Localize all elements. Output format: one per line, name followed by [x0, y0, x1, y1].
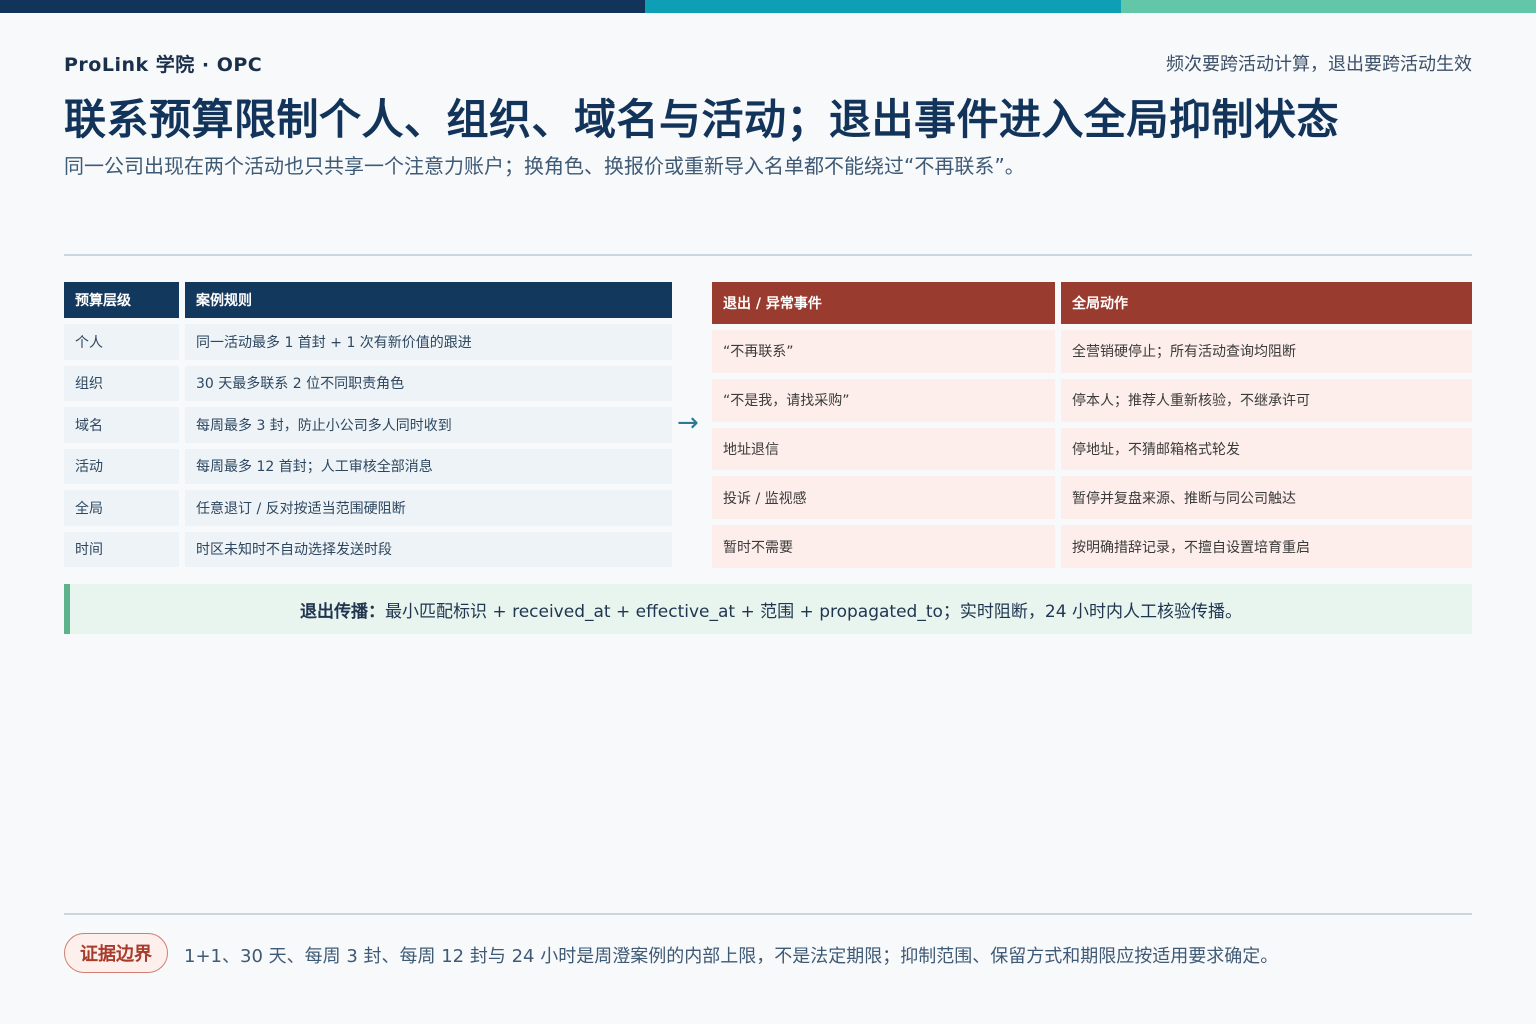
budget-level-cell: 活动	[64, 448, 179, 484]
divider-bottom	[64, 913, 1472, 915]
accent-segment-2	[645, 0, 1121, 13]
table-header-row: 预算层级 案例规则	[64, 282, 672, 318]
table-row: 个人 同一活动最多 1 首封 + 1 次有新价值的跟进	[64, 324, 672, 360]
column-header-level: 预算层级	[64, 282, 179, 318]
column-header-action: 全局动作	[1061, 282, 1472, 324]
exit-event-cell: 暂时不需要	[712, 525, 1055, 568]
budget-rule-cell: 任意退订 / 反对按适当范围硬阻断	[185, 490, 672, 526]
global-action-cell: 停地址，不猜邮箱格式轮发	[1061, 427, 1472, 471]
budget-rule-cell: 时区未知时不自动选择发送时段	[185, 531, 672, 567]
table-row: 时间 时区未知时不自动选择发送时段	[64, 531, 672, 567]
global-action-cell: 全营销硬停止；所有活动查询均阻断	[1061, 330, 1472, 373]
divider-top	[64, 254, 1472, 256]
global-action-cell: 暂停并复盘来源、推断与同公司触达	[1061, 476, 1472, 520]
budget-level-cell: 组织	[64, 365, 179, 401]
exit-event-cell: “不再联系”	[712, 330, 1055, 373]
budget-table: 预算层级 案例规则 个人 同一活动最多 1 首封 + 1 次有新价值的跟进 组织…	[58, 276, 678, 573]
table-row: 活动 每周最多 12 首封；人工审核全部消息	[64, 448, 672, 484]
callout-text: 最小匹配标识 + received_at + effective_at + 范围…	[385, 601, 1242, 622]
exit-propagation-callout: 退出传播： 最小匹配标识 + received_at + effective_a…	[64, 584, 1472, 634]
exit-event-cell: 投诉 / 监视感	[712, 476, 1055, 520]
global-action-cell: 停本人；推荐人重新核验，不继承许可	[1061, 378, 1472, 422]
budget-rule-cell: 同一活动最多 1 首封 + 1 次有新价值的跟进	[185, 324, 672, 360]
accent-segment-3	[1121, 0, 1536, 13]
exit-event-cell: “不是我，请找采购”	[712, 378, 1055, 422]
budget-level-cell: 个人	[64, 324, 179, 360]
global-action-cell: 按明确措辞记录，不擅自设置培育重启	[1061, 525, 1472, 568]
top-accent-bar	[0, 0, 1536, 13]
table-row: “不是我，请找采购” 停本人；推荐人重新核验，不继承许可	[712, 378, 1472, 422]
table-row: 域名 每周最多 3 封，防止小公司多人同时收到	[64, 407, 672, 443]
table-row: 暂时不需要 按明确措辞记录，不擅自设置培育重启	[712, 525, 1472, 568]
arrow-right-icon: →	[677, 408, 699, 438]
table-row: 投诉 / 监视感 暂停并复盘来源、推断与同公司触达	[712, 476, 1472, 520]
brand-label: ProLink 学院 · OPC	[64, 54, 263, 76]
exit-event-cell: 地址退信	[712, 427, 1055, 471]
budget-rule-cell: 30 天最多联系 2 位不同职责角色	[185, 365, 672, 401]
column-header-rule: 案例规则	[185, 282, 672, 318]
evidence-boundary-badge: 证据边界	[64, 933, 168, 973]
budget-rule-cell: 每周最多 12 首封；人工审核全部消息	[185, 448, 672, 484]
table-row: 全局 任意退订 / 反对按适当范围硬阻断	[64, 490, 672, 526]
budget-level-cell: 域名	[64, 407, 179, 443]
budget-level-cell: 时间	[64, 531, 179, 567]
table-row: “不再联系” 全营销硬停止；所有活动查询均阻断	[712, 330, 1472, 373]
exit-event-table: 退出 / 异常事件 全局动作 “不再联系” 全营销硬停止；所有活动查询均阻断 “…	[706, 276, 1478, 574]
evidence-boundary-text: 1+1、30 天、每周 3 封、每周 12 封与 24 小时是周澄案例的内部上限…	[184, 946, 1279, 967]
page-title: 联系预算限制个人、组织、域名与活动；退出事件进入全局抑制状态	[64, 95, 1340, 144]
table-row: 地址退信 停地址，不猜邮箱格式轮发	[712, 427, 1472, 471]
table-header-row: 退出 / 异常事件 全局动作	[712, 282, 1472, 324]
accent-segment-1	[0, 0, 645, 13]
header-tagline: 频次要跨活动计算，退出要跨活动生效	[1166, 54, 1472, 75]
budget-rule-cell: 每周最多 3 封，防止小公司多人同时收到	[185, 407, 672, 443]
page-subtitle: 同一公司出现在两个活动也只共享一个注意力账户；换角色、换报价或重新导入名单都不能…	[64, 154, 1025, 178]
budget-level-cell: 全局	[64, 490, 179, 526]
column-header-event: 退出 / 异常事件	[712, 282, 1055, 324]
table-row: 组织 30 天最多联系 2 位不同职责角色	[64, 365, 672, 401]
callout-label: 退出传播：	[300, 601, 386, 622]
